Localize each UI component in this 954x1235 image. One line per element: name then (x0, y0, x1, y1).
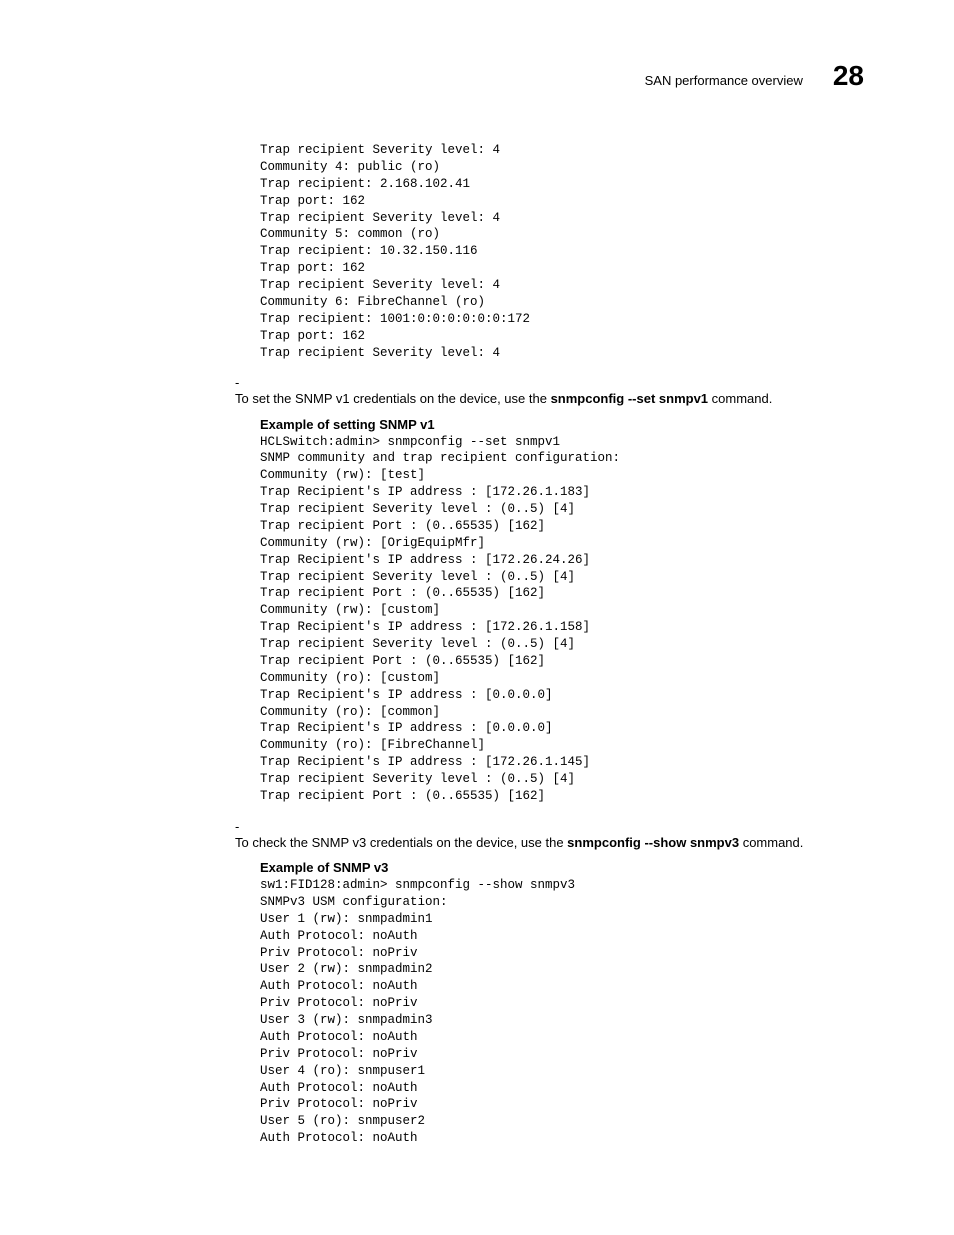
bullet-text-show-snmpv3: To check the SNMP v3 credentials on the … (235, 834, 839, 852)
bullet-command: snmpconfig --set snmpv1 (551, 391, 708, 406)
example-label-snmpv3: Example of SNMP v3 (260, 860, 864, 875)
code-block-snmp-v3-output: sw1:FID128:admin> snmpconfig --show snmp… (260, 877, 864, 1147)
header-title: SAN performance overview (645, 73, 803, 88)
bullet-show-snmpv3: - To check the SNMP v3 credentials on th… (235, 819, 864, 852)
bullet-command: snmpconfig --show snmpv3 (567, 835, 739, 850)
bullet-set-snmpv1: - To set the SNMP v1 credentials on the … (235, 375, 864, 408)
bullet-text-set-snmpv1: To set the SNMP v1 credentials on the de… (235, 390, 839, 408)
bullet-dash: - (235, 819, 260, 834)
page-header: SAN performance overview 28 (90, 60, 864, 92)
code-block-snmp-v1-set: HCLSwitch:admin> snmpconfig --set snmpv1… (260, 434, 864, 805)
bullet-prefix: To check the SNMP v3 credentials on the … (235, 835, 567, 850)
bullet-suffix: command. (739, 835, 803, 850)
example-label-snmpv1: Example of setting SNMP v1 (260, 417, 864, 432)
bullet-prefix: To set the SNMP v1 credentials on the de… (235, 391, 551, 406)
bullet-suffix: command. (708, 391, 772, 406)
chapter-number: 28 (833, 60, 864, 92)
content-area: Trap recipient Severity level: 4 Communi… (260, 142, 864, 1147)
code-block-snmp-v1-output: Trap recipient Severity level: 4 Communi… (260, 142, 864, 361)
bullet-dash: - (235, 375, 260, 390)
